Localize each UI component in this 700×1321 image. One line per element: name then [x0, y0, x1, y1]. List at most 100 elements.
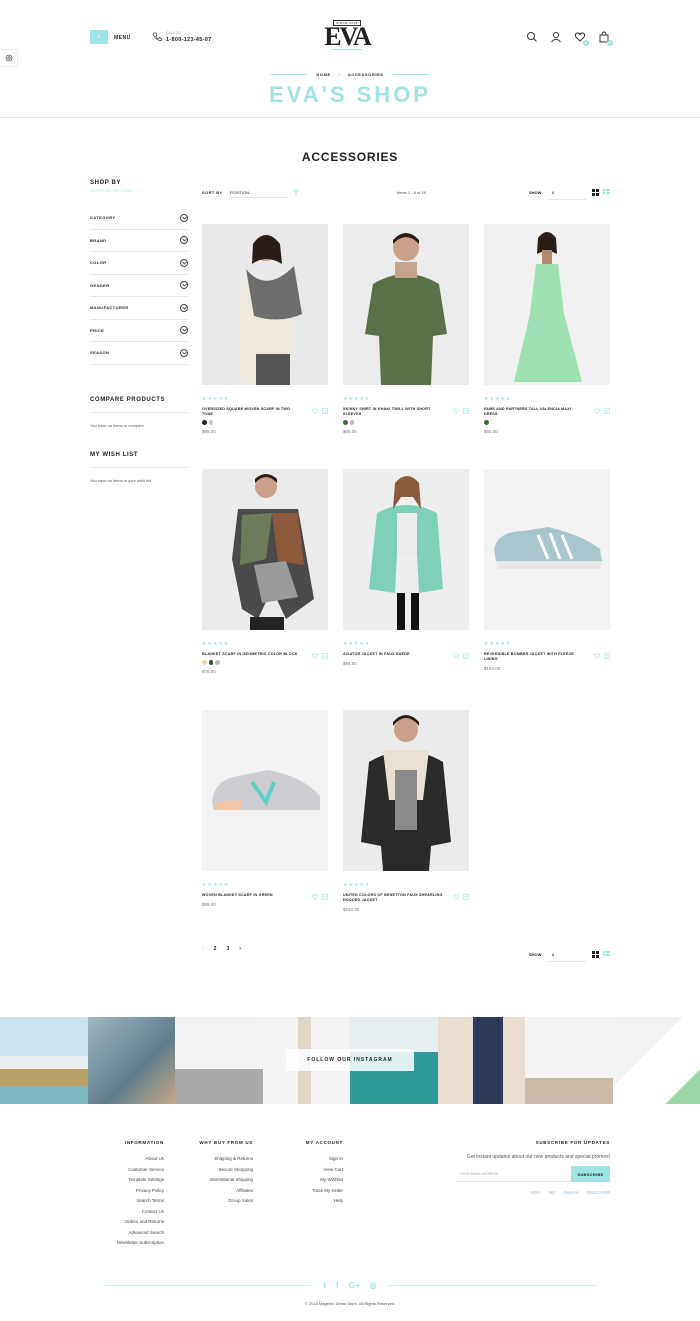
product-image[interactable]	[343, 224, 469, 385]
product-card[interactable]: ★★★★★ WOVEN BLANKET SCARF IN GREEN $59.0…	[202, 710, 328, 907]
sort-direction-icon[interactable]	[293, 189, 299, 197]
wishlist-icon[interactable]	[312, 653, 318, 661]
menu-button[interactable]: ≡	[90, 30, 108, 44]
footer-link[interactable]: Track My Order	[283, 1186, 343, 1197]
product-card[interactable]: ★★★★★ REVERSIBLE BOMBER JACKET WITH FLEE…	[484, 469, 610, 671]
product-name[interactable]: SKINNY SHIRT IN KHAKI TWILL WITH SHORT S…	[343, 407, 443, 417]
footer-link[interactable]: Orders and Returns	[100, 1217, 164, 1228]
subscribe-button[interactable]: SUBSCRIBE	[571, 1166, 610, 1182]
filter-color[interactable]: COLOR	[90, 252, 188, 275]
settings-gear-icon[interactable]	[0, 49, 18, 67]
product-card[interactable]: ★★★★★ BLANKET SCARF IN GEOMETRIC COLOR B…	[202, 469, 328, 674]
facebook-icon[interactable]: f	[336, 1281, 339, 1290]
filter-manufacturer[interactable]: MANUFACTURER	[90, 297, 188, 320]
pagination-page[interactable]: 3	[226, 946, 229, 952]
filter-price[interactable]: PRICE	[90, 320, 188, 342]
product-image[interactable]	[202, 469, 328, 630]
color-swatch[interactable]	[208, 660, 213, 665]
compare-icon[interactable]	[322, 894, 328, 902]
chevron-down-icon[interactable]	[180, 348, 188, 357]
search-icon[interactable]	[526, 31, 538, 43]
instagram-photo[interactable]	[175, 1017, 263, 1104]
instagram-photo[interactable]	[525, 1017, 613, 1104]
footer-link[interactable]: Search Terms	[100, 1196, 164, 1207]
product-card[interactable]: ★★★★★ FAME AND PARTNERS TALL VALENCIA MA…	[484, 224, 610, 434]
footer-link[interactable]: Advanced Search	[100, 1228, 164, 1239]
color-swatch[interactable]	[202, 660, 207, 665]
product-name[interactable]: WOVEN BLANKET SCARF IN GREEN	[202, 893, 302, 898]
list-view-icon[interactable]	[603, 951, 610, 959]
grid-view-icon[interactable]	[592, 189, 599, 197]
product-image[interactable]	[202, 224, 328, 385]
footer-link[interactable]: Secure Shopping	[190, 1165, 253, 1176]
footer-link[interactable]: Affiliates	[190, 1186, 253, 1197]
footer-link[interactable]: About Us	[100, 1154, 164, 1165]
wishlist-icon[interactable]	[312, 408, 318, 416]
chevron-down-icon[interactable]	[180, 281, 188, 290]
footer-link[interactable]: Privacy Policy	[100, 1186, 164, 1197]
email-field[interactable]: YOUR EMAIL ADDRESS	[455, 1166, 571, 1182]
compare-icon[interactable]	[604, 408, 610, 416]
color-swatch[interactable]	[208, 420, 213, 425]
footer-link[interactable]: Sign In	[283, 1154, 343, 1165]
footer-link[interactable]: International Shipping	[190, 1175, 253, 1186]
product-name[interactable]: FAME AND PARTNERS TALL VALENCIA MAXI DRE…	[484, 407, 584, 417]
site-logo[interactable]: SINCE 2018 EVA	[322, 20, 372, 50]
product-card[interactable]: ★★★★★ AVIATOR JACKET IN FAUX SUEDE $84.0…	[343, 469, 469, 666]
footer-link[interactable]: Customer Service	[100, 1165, 164, 1176]
chevron-down-icon[interactable]	[180, 213, 188, 222]
wishlist-icon[interactable]	[594, 653, 600, 661]
product-image[interactable]	[343, 469, 469, 630]
product-name[interactable]: UNITED COLORS OF BENETTON FAUX SHEARLING…	[343, 893, 443, 903]
compare-icon[interactable]	[463, 894, 469, 902]
filter-brand[interactable]: BRAND	[90, 230, 188, 252]
compare-icon[interactable]	[322, 408, 328, 416]
footer-link[interactable]: Group Sales	[190, 1196, 253, 1207]
instagram-icon[interactable]: ◎	[370, 1281, 377, 1290]
wishlist-icon[interactable]	[453, 408, 459, 416]
color-swatch[interactable]	[215, 660, 220, 665]
phone-number[interactable]: 1-800-123-45-07	[166, 37, 211, 43]
pagination-page[interactable]: 2	[214, 946, 217, 952]
footer-link[interactable]: View Cart	[283, 1165, 343, 1176]
product-card[interactable]: ★★★★★ SKINNY SHIRT IN KHAKI TWILL WITH S…	[343, 224, 469, 434]
wishlist-icon[interactable]	[453, 894, 459, 902]
product-image[interactable]	[484, 224, 610, 385]
color-swatch[interactable]	[484, 420, 489, 425]
follow-instagram-button[interactable]: FOLLOW OUR INSTAGRAM	[286, 1049, 414, 1071]
product-name[interactable]: BLANKET SCARF IN GEOMETRIC COLOR BLOCK	[202, 652, 302, 657]
instagram-photo[interactable]	[612, 1017, 700, 1104]
product-name[interactable]: OVERSIZED SQUARE WOVEN SCARF IN TWO TONE	[202, 407, 302, 417]
color-swatch[interactable]	[202, 420, 207, 425]
breadcrumb-home[interactable]: HOME	[316, 72, 330, 77]
chevron-down-icon[interactable]	[180, 236, 188, 245]
twitter-icon[interactable]: t	[323, 1281, 326, 1290]
google-plus-icon[interactable]: G+	[349, 1281, 360, 1290]
product-name[interactable]: REVERSIBLE BOMBER JACKET WITH FLEECE LIN…	[484, 652, 584, 662]
instagram-photo[interactable]	[0, 1017, 88, 1104]
cart-icon[interactable]: 0	[598, 31, 613, 46]
footer-link[interactable]: Newsletter Subscription	[100, 1238, 164, 1249]
product-name[interactable]: AVIATOR JACKET IN FAUX SUEDE	[343, 652, 443, 657]
footer-link[interactable]: Shipping & Returns	[190, 1154, 253, 1165]
wishlist-icon[interactable]	[312, 894, 318, 902]
menu-label[interactable]: MENU	[114, 35, 131, 41]
pagination-prev[interactable]: ‹	[202, 946, 204, 952]
footer-link[interactable]: Help	[283, 1196, 343, 1207]
compare-icon[interactable]	[322, 653, 328, 661]
compare-icon[interactable]	[463, 653, 469, 661]
color-swatch[interactable]	[349, 420, 354, 425]
wishlist-icon[interactable]: 0	[574, 31, 589, 46]
chevron-down-icon[interactable]	[180, 326, 188, 335]
limit-select[interactable]: 8	[548, 186, 586, 200]
grid-view-icon[interactable]	[592, 951, 599, 959]
footer-link[interactable]: Template Settings	[100, 1175, 164, 1186]
compare-icon[interactable]	[604, 653, 610, 661]
wishlist-icon[interactable]	[594, 408, 600, 416]
color-swatch[interactable]	[343, 420, 348, 425]
account-icon[interactable]	[550, 31, 562, 43]
filter-season[interactable]: SEASON	[90, 342, 188, 365]
filter-gender[interactable]: GENDER	[90, 275, 188, 297]
wishlist-icon[interactable]	[453, 653, 459, 661]
list-view-icon[interactable]	[603, 189, 610, 197]
